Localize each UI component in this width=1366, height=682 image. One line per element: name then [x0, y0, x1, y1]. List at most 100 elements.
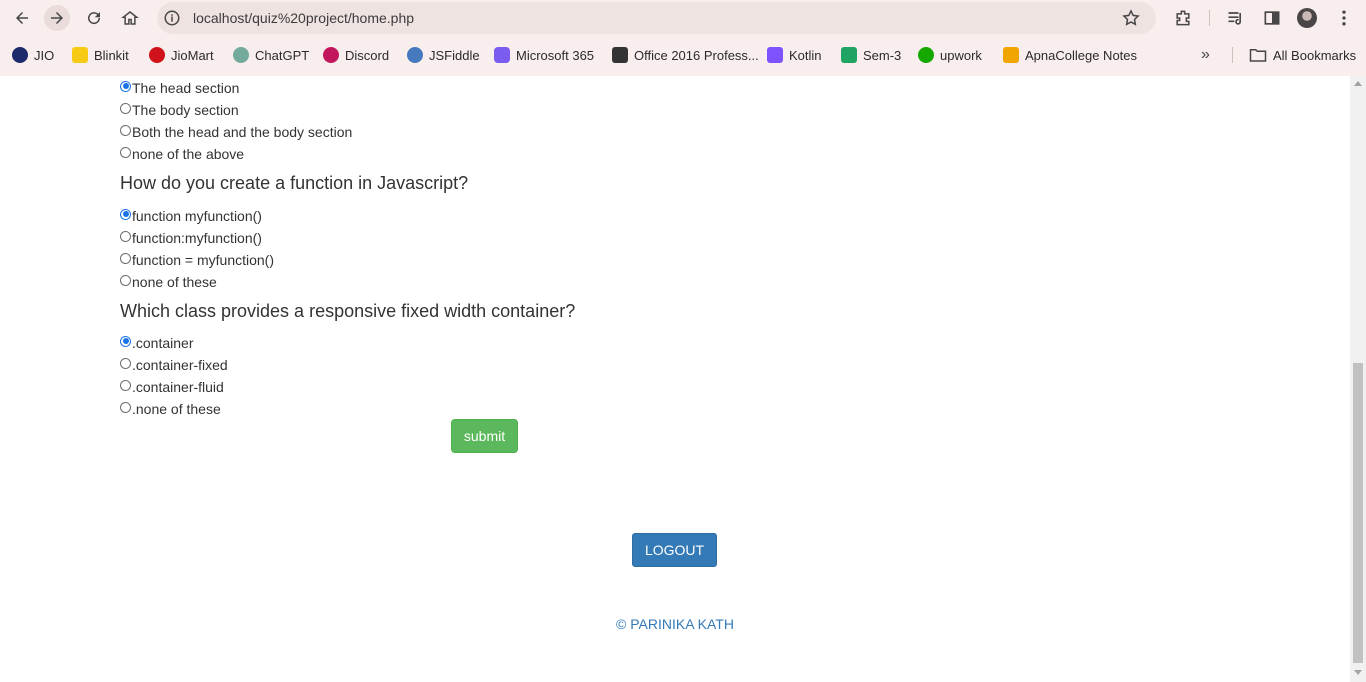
more-bookmarks-icon[interactable]: » [1201, 46, 1210, 64]
bookmark-office[interactable]: Office 2016 Profess... [612, 46, 759, 64]
jio-icon [12, 47, 28, 63]
scroll-thumb[interactable] [1353, 363, 1363, 663]
upwork-icon [918, 47, 934, 63]
option-label: .container-fixed [132, 357, 228, 373]
radio-button[interactable] [120, 379, 131, 391]
q2-option-2[interactable]: function:myfunction() [120, 228, 262, 248]
radio-button[interactable] [120, 357, 131, 369]
q2-option-4[interactable]: none of these [120, 272, 217, 292]
apnacollege-icon [1003, 47, 1019, 63]
option-label: Both the head and the body section [132, 124, 353, 140]
submit-button[interactable]: submit [451, 419, 518, 453]
option-label: .none of these [132, 401, 221, 417]
option-label: function:myfunction() [132, 230, 262, 246]
chatgpt-icon [233, 47, 249, 63]
option-label: function myfunction() [132, 208, 262, 224]
reload-icon[interactable] [81, 5, 107, 31]
bookmark-jsfiddle[interactable]: JSFiddle [407, 46, 480, 64]
discord-icon [323, 47, 339, 63]
site-info-icon[interactable] [163, 9, 181, 27]
forward-icon[interactable] [44, 5, 70, 31]
jsfiddle-icon [407, 47, 423, 63]
vertical-scrollbar[interactable] [1350, 76, 1366, 682]
url-text: localhost/quiz%20project/home.php [193, 10, 415, 26]
bookmark-label: Kotlin [789, 47, 822, 63]
bookmark-label: upwork [940, 47, 982, 63]
option-label: function = myfunction() [132, 252, 275, 268]
bookmark-label: Blinkit [94, 47, 129, 63]
bookmark-microsoft365[interactable]: Microsoft 365 [494, 46, 594, 64]
back-icon[interactable] [9, 5, 35, 31]
all-bookmarks-label: All Bookmarks [1273, 47, 1357, 63]
bookmark-label: JSFiddle [429, 47, 480, 63]
bookmark-label: JioMart [171, 47, 214, 63]
bookmark-label: ApnaCollege Notes [1025, 47, 1138, 63]
radio-button[interactable] [120, 102, 131, 114]
bookmarks-divider [1232, 47, 1233, 63]
all-bookmarks[interactable]: All Bookmarks [1249, 46, 1356, 64]
bookmark-chatgpt[interactable]: ChatGPT [233, 46, 309, 64]
scroll-down-arrow-icon[interactable] [1354, 670, 1362, 675]
radio-button[interactable] [120, 80, 131, 92]
option-label: none of the above [132, 146, 245, 162]
radio-button[interactable] [120, 401, 131, 413]
option-label: The body section [132, 102, 239, 118]
q2-option-1[interactable]: function myfunction() [120, 206, 262, 226]
q3-option-2[interactable]: .container-fixed [120, 355, 228, 375]
drive-icon [841, 47, 857, 63]
profile-avatar[interactable] [1297, 8, 1317, 28]
bookmark-label: JIO [34, 47, 55, 63]
toolbar-divider [1209, 10, 1210, 26]
bookmark-label: ChatGPT [255, 47, 310, 63]
radio-button[interactable] [120, 208, 131, 220]
radio-button[interactable] [120, 146, 131, 158]
radio-button[interactable] [120, 252, 131, 264]
page-content: The head section The body section Both t… [0, 76, 1350, 682]
q1-option-4[interactable]: none of the above [120, 144, 244, 164]
radio-button[interactable] [120, 230, 131, 242]
menu-kebab-icon[interactable] [1334, 8, 1354, 28]
bookmark-jiomart[interactable]: JioMart [149, 46, 214, 64]
address-bar[interactable]: localhost/quiz%20project/home.php [157, 2, 1156, 34]
kotlin-icon [767, 47, 783, 63]
bookmark-label: Office 2016 Profess... [634, 47, 759, 63]
microsoft365-icon [494, 47, 510, 63]
scroll-up-arrow-icon[interactable] [1354, 81, 1362, 86]
q1-option-3[interactable]: Both the head and the body section [120, 122, 352, 142]
side-panel-icon[interactable] [1262, 8, 1282, 28]
radio-button[interactable] [120, 124, 131, 136]
media-control-icon[interactable] [1226, 8, 1246, 28]
bookmark-kotlin[interactable]: Kotlin [767, 46, 822, 64]
bookmark-sem3[interactable]: Sem-3 [841, 46, 901, 64]
browser-toolbar: localhost/quiz%20project/home.php [0, 0, 1366, 36]
q1-option-2[interactable]: The body section [120, 100, 239, 120]
option-label: none of these [132, 274, 217, 290]
option-label: The head section [132, 80, 240, 96]
bookmark-label: Discord [345, 47, 390, 63]
question-2: How do you create a function in Javascri… [120, 173, 469, 193]
bookmark-apnacollege[interactable]: ApnaCollege Notes [1003, 46, 1137, 64]
q3-option-3[interactable]: .container-fluid [120, 377, 224, 397]
extensions-icon[interactable] [1173, 8, 1193, 28]
question-3: Which class provides a responsive fixed … [120, 301, 576, 321]
radio-button[interactable] [120, 335, 131, 347]
q3-option-4[interactable]: .none of these [120, 399, 221, 419]
q1-option-1[interactable]: The head section [120, 78, 239, 98]
folder-icon [1249, 49, 1267, 62]
bookmark-blinkit[interactable]: Blinkit [72, 46, 129, 64]
q3-option-1[interactable]: .container [120, 333, 193, 353]
q2-option-3[interactable]: function = myfunction() [120, 250, 274, 270]
bookmark-label: Microsoft 365 [516, 47, 595, 63]
bookmark-label: Sem-3 [863, 47, 902, 63]
home-icon[interactable] [117, 5, 143, 31]
bookmark-discord[interactable]: Discord [323, 46, 389, 64]
bookmark-star-icon[interactable] [1121, 8, 1141, 28]
jiomart-icon [149, 47, 165, 63]
option-label: .container [132, 335, 194, 351]
logout-button[interactable]: LOGOUT [632, 533, 717, 567]
bookmark-jio[interactable]: JIO [12, 46, 54, 64]
footer-copyright: © PARINIKA KATH [616, 616, 734, 632]
bookmark-upwork[interactable]: upwork [918, 46, 982, 64]
radio-button[interactable] [120, 274, 131, 286]
bookmarks-bar: JIO Blinkit JioMart ChatGPT Discord JSFi… [0, 36, 1366, 77]
